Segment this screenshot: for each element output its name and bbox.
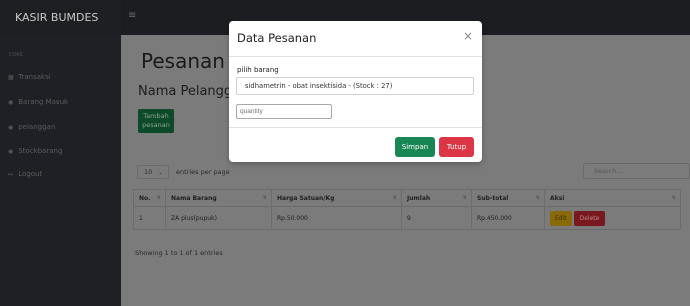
sort-icon: ⇅ (392, 195, 397, 201)
sort-icon: ⇅ (671, 195, 676, 201)
cell-aksi: Edit Delete (544, 206, 681, 230)
modal-header: Data Pesanan × (229, 21, 482, 57)
sidebar-item-label: pelanggan (18, 123, 56, 131)
edit-button[interactable]: Edit (550, 210, 572, 226)
column-header-no[interactable]: No. ⇅ (133, 189, 166, 207)
logout-icon: ↦ (8, 171, 14, 178)
select-item-label: pilih barang (237, 66, 279, 74)
column-header-jumlah[interactable]: Jumlah ⇅ (401, 189, 472, 207)
menu-toggle-icon[interactable]: ≡ (128, 10, 136, 21)
delete-button[interactable]: Delete (573, 210, 606, 226)
entries-per-page-select[interactable]: 10 ⌄ (137, 165, 169, 179)
column-header-nama-barang[interactable]: Nama Barang ⇅ (165, 189, 272, 207)
column-header-subtotal[interactable]: Sub-total ⇅ (471, 189, 545, 207)
chart-icon: ▦ (8, 74, 14, 81)
sidebar-item-barang-masuk[interactable]: ◉ Barang Masuk (8, 96, 68, 108)
item-select[interactable]: sidhametrin - obat insektisida - (Stock … (236, 77, 474, 95)
entries-select-value: 10 (144, 168, 153, 176)
cell-subtotal: Rp.450.000 (471, 206, 545, 230)
customer-name-title: Nama Pelangga (138, 84, 241, 99)
sidebar: CORE ▦ Transaksi ◉ Barang Masuk ◉ pelang… (0, 35, 121, 306)
sidebar-item-label: Logout (18, 170, 43, 178)
sidebar-item-transaksi[interactable]: ▦ Transaksi (8, 71, 51, 83)
cell-harga: Rp.50.000 (271, 206, 402, 230)
order-modal: Data Pesanan × pilih barang sidhametrin … (229, 21, 482, 162)
sidebar-item-label: Barang Masuk (18, 98, 69, 106)
tachometer-icon: ◉ (8, 148, 14, 155)
table-row: 1 ZA plus(pupuk) Rp.50.000 9 Rp.450.000 … (133, 206, 681, 230)
sidebar-item-label: Stockbarang (18, 147, 63, 155)
column-header-aksi[interactable]: Aksi ⇅ (544, 189, 681, 207)
sort-icon: ⇅ (462, 195, 467, 201)
sidebar-item-label: Transaksi (18, 73, 51, 81)
table-info: Showing 1 to 1 of 1 entries (135, 249, 223, 257)
sidebar-heading: CORE (9, 52, 24, 58)
save-button[interactable]: Simpan (395, 137, 435, 157)
page-title: Pesanan : (141, 49, 239, 73)
tachometer-icon: ◉ (8, 99, 14, 106)
column-header-harga[interactable]: Harga Satuan/Kg ⇅ (271, 189, 402, 207)
entries-label: entries per page (176, 168, 230, 176)
order-table: No. ⇅ Nama Barang ⇅ Harga Satuan/Kg ⇅ Jumla… (133, 189, 681, 230)
brand-title[interactable]: KASIR BUMDES (0, 0, 121, 35)
modal-divider (229, 127, 482, 128)
sort-icon: ⇅ (262, 195, 267, 201)
cell-no: 1 (133, 206, 166, 230)
add-order-button[interactable]: Tambah pesanan (138, 109, 174, 133)
modal-title: Data Pesanan (237, 31, 317, 45)
close-button[interactable]: Tutup (439, 137, 474, 157)
close-icon[interactable]: × (463, 29, 473, 43)
cell-jumlah: 9 (401, 206, 472, 230)
search-input[interactable]: Search... (583, 163, 690, 179)
quantity-input[interactable] (236, 104, 332, 119)
sidebar-item-pelanggan[interactable]: ◉ pelanggan (8, 121, 55, 133)
sidebar-item-stockbarang[interactable]: ◉ Stockbarang (8, 145, 62, 157)
sidebar-item-logout[interactable]: ↦ Logout (8, 168, 42, 180)
sort-icon: ⇅ (535, 195, 540, 201)
cell-nama-barang: ZA plus(pupuk) (165, 206, 272, 230)
tachometer-icon: ◉ (8, 124, 14, 131)
table-header-row: No. ⇅ Nama Barang ⇅ Harga Satuan/Kg ⇅ Jumla… (133, 189, 681, 207)
sort-icon: ⇅ (156, 195, 161, 201)
chevron-down-icon: ⌄ (158, 170, 163, 176)
